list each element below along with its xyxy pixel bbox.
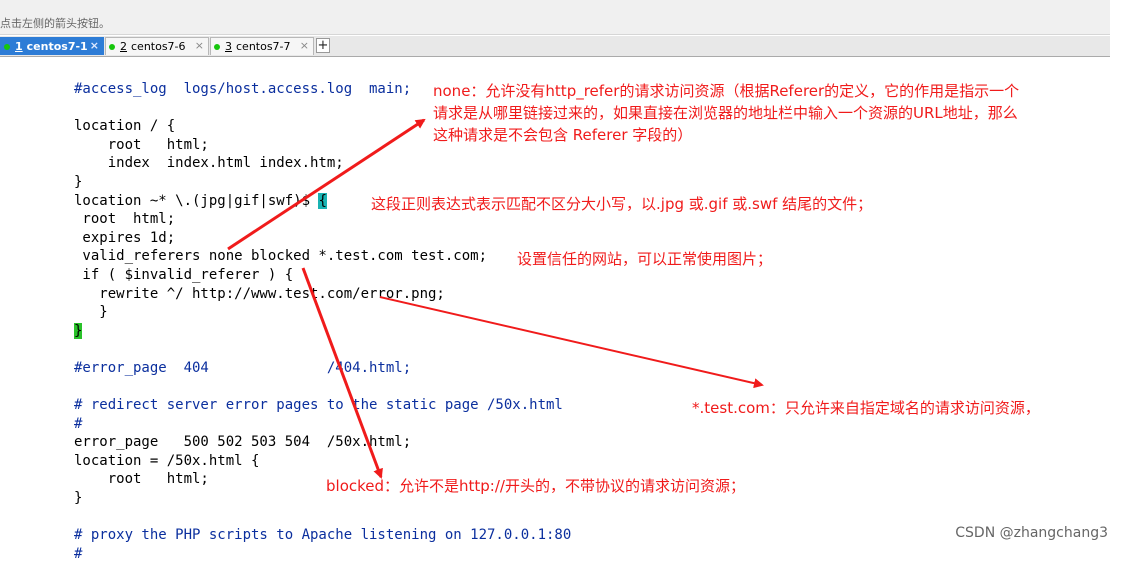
annotation-blocked: blocked：允许不是http://开头的，不带协议的请求访问资源； — [326, 477, 745, 495]
annotation-none: none：允许没有http_refer的请求访问资源（根据Referer的定义，… — [433, 80, 1019, 146]
annotation-testcom: *.test.com：只允许来自指定域名的请求访问资源， — [692, 399, 1040, 417]
annotation-line: 请求是从哪里链接过来的，如果直接在浏览器的地址栏中输入一个资源的URL地址，那么 — [433, 104, 1018, 122]
annotation-regex: 这段正则表达式表示匹配不区分大小写，以.jpg 或.gif 或.swf 结尾的文… — [371, 195, 873, 213]
annotation-line: 这种请求是不会包含 Referer 字段的） — [433, 126, 693, 144]
arrow-testcom — [379, 296, 764, 389]
arrow-blocked — [301, 267, 383, 479]
watermark: CSDN @zhangchang3 — [955, 525, 1108, 541]
annotation-line: none：允许没有http_refer的请求访问资源（根据Referer的定义，… — [433, 82, 1020, 100]
annotation-trusted: 设置信任的网站，可以正常使用图片； — [517, 250, 773, 268]
arrow-none — [227, 118, 426, 251]
